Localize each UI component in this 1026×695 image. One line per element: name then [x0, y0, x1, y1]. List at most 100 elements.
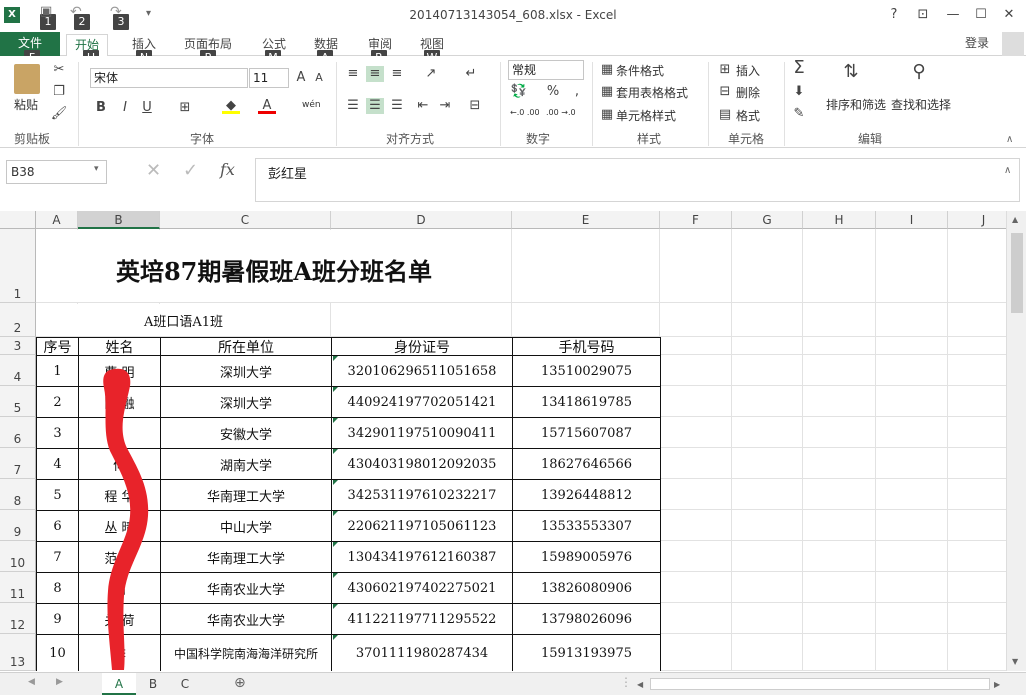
table-cell[interactable]: 320106296511051658 [331, 355, 513, 387]
decrease-indent-icon[interactable]: ⇤ [414, 98, 432, 114]
delete-cells-icon[interactable]: ⊟ [716, 84, 734, 100]
table-cell[interactable]: 430602197402275021 [331, 572, 513, 604]
insert-cells-icon[interactable]: ⊞ [716, 62, 734, 78]
find-select-icon[interactable]: ⚲ [910, 63, 928, 81]
login-link[interactable]: 登录 [965, 34, 989, 51]
table-cell[interactable]: 13533553307 [512, 510, 661, 542]
minimize-icon[interactable]: — [942, 6, 964, 24]
table-cell[interactable]: 13418619785 [512, 386, 661, 418]
table-cell[interactable]: 5 [36, 479, 79, 511]
table-cell[interactable]: 华南农业大学 [160, 603, 332, 635]
align-center-icon[interactable]: ☰ [366, 98, 384, 114]
ribbon-display-icon[interactable]: ⊡ [912, 6, 934, 24]
table-cell[interactable]: 342531197610232217 [331, 479, 513, 511]
cell-styles-icon[interactable]: ▦ [598, 107, 616, 123]
wrap-text-icon[interactable]: ↵ [462, 66, 480, 82]
table-cell[interactable]: 中国科学院南海海洋研究所 [160, 634, 332, 671]
name-box[interactable]: B38 [6, 160, 107, 184]
table-header-cell[interactable]: 身份证号 [331, 337, 513, 356]
scroll-left-icon[interactable]: ◀ [637, 680, 643, 689]
paste-icon[interactable] [14, 64, 40, 94]
percent-button[interactable]: % [544, 84, 562, 100]
avatar[interactable] [1002, 32, 1024, 56]
format-table-icon[interactable]: ▦ [598, 84, 616, 100]
table-cell[interactable]: 13510029075 [512, 355, 661, 387]
insert-function-button[interactable]: fx [220, 160, 235, 179]
column-header[interactable]: A [36, 211, 78, 229]
table-cell[interactable]: 2 [36, 386, 79, 418]
scroll-right-icon[interactable]: ▶ [994, 680, 1000, 689]
copy-icon[interactable]: ❐ [50, 84, 68, 100]
row-header[interactable]: 12 [0, 603, 36, 634]
next-sheet-icon[interactable]: ▶ [56, 677, 63, 687]
table-cell[interactable]: 深圳大学 [160, 386, 332, 418]
cancel-icon[interactable]: ✕ [146, 160, 161, 181]
sheet-tab-c[interactable]: C [168, 673, 202, 695]
sheet-split-handle[interactable]: ⋮ [620, 675, 632, 689]
fill-icon[interactable]: ⬇ [790, 84, 808, 100]
table-header-cell[interactable]: 序号 [36, 337, 79, 356]
table-cell[interactable]: 华南理工大学 [160, 479, 332, 511]
column-header[interactable]: I [876, 211, 948, 229]
table-cell[interactable]: 3 [36, 417, 79, 449]
row-header[interactable]: 9 [0, 510, 36, 541]
grow-font-icon[interactable]: A [292, 70, 310, 86]
table-cell[interactable]: 15715607087 [512, 417, 661, 449]
row-header[interactable]: 5 [0, 386, 36, 417]
select-all-corner[interactable] [0, 211, 36, 229]
phonetic-button[interactable]: wén [302, 100, 321, 110]
sheet-tab-b[interactable]: B [136, 673, 170, 695]
table-header-cell[interactable]: 手机号码 [512, 337, 661, 356]
conditional-format-icon[interactable]: ▦ [598, 62, 616, 78]
cut-icon[interactable]: ✂ [50, 62, 68, 78]
sort-filter-icon[interactable]: ⇅ [842, 63, 860, 81]
column-header[interactable]: H [803, 211, 876, 229]
column-header[interactable]: D [331, 211, 512, 229]
format-painter-icon[interactable]: 🖌 [50, 106, 68, 122]
table-cell[interactable]: 深圳大学 [160, 355, 332, 387]
merge-center-icon[interactable]: ⊟ [466, 98, 484, 114]
collapse-formula-icon[interactable]: ∧ [1004, 165, 1011, 176]
font-name-select[interactable]: 宋体 [90, 68, 248, 88]
delete-cells-button[interactable]: 删除 [736, 84, 760, 101]
collapse-ribbon-icon[interactable]: ∧ [1006, 134, 1013, 145]
align-left-icon[interactable]: ☰ [344, 98, 362, 114]
sheet-subtitle[interactable]: A班口语A1班 [37, 304, 330, 336]
sheet-title[interactable]: 英培87期暑假班A班分班名单 [37, 230, 511, 302]
table-cell[interactable]: 130434197612160387 [331, 541, 513, 573]
row-header[interactable]: 8 [0, 479, 36, 510]
row-header[interactable]: 11 [0, 572, 36, 603]
table-header-cell[interactable]: 所在单位 [160, 337, 332, 356]
column-header[interactable]: E [512, 211, 660, 229]
shrink-font-icon[interactable]: A [310, 70, 328, 86]
accounting-icon[interactable]: 💱 [510, 84, 528, 100]
insert-cells-button[interactable]: 插入 [736, 62, 760, 79]
row-header[interactable]: 13 [0, 634, 36, 671]
table-cell[interactable]: 8 [36, 572, 79, 604]
table-cell[interactable]: 中山大学 [160, 510, 332, 542]
horizontal-scroll-thumb[interactable] [650, 678, 990, 690]
format-cells-icon[interactable]: ▤ [716, 107, 734, 123]
table-header-cell[interactable]: 姓名 [78, 337, 161, 356]
table-cell[interactable]: 3701111980287434 [331, 634, 513, 671]
help-button[interactable]: ? [883, 6, 905, 24]
paste-button[interactable]: 粘贴 [14, 96, 38, 113]
column-header[interactable]: B [78, 211, 160, 229]
align-top-icon[interactable]: ≡ [344, 66, 362, 82]
row-header[interactable]: 3 [0, 337, 36, 355]
maximize-icon[interactable]: ☐ [970, 6, 992, 24]
scroll-thumb[interactable] [1011, 233, 1023, 313]
decrease-decimal-button[interactable]: .00 →.0 [546, 108, 576, 117]
orientation-icon[interactable]: ↗ [422, 66, 440, 82]
number-format-select[interactable]: 常规 [508, 60, 584, 80]
bold-button[interactable]: B [92, 100, 110, 116]
column-header[interactable]: F [660, 211, 732, 229]
table-cell[interactable]: 411221197711295522 [331, 603, 513, 635]
underline-button[interactable]: U [138, 100, 156, 116]
italic-button[interactable]: I [116, 100, 134, 116]
formula-input[interactable]: 彭红星 [255, 158, 1020, 202]
find-select-button[interactable]: 查找和选择 [891, 96, 951, 113]
row-header[interactable]: 7 [0, 448, 36, 479]
border-icon[interactable]: ⊞ [176, 100, 194, 116]
column-header[interactable]: C [160, 211, 331, 229]
